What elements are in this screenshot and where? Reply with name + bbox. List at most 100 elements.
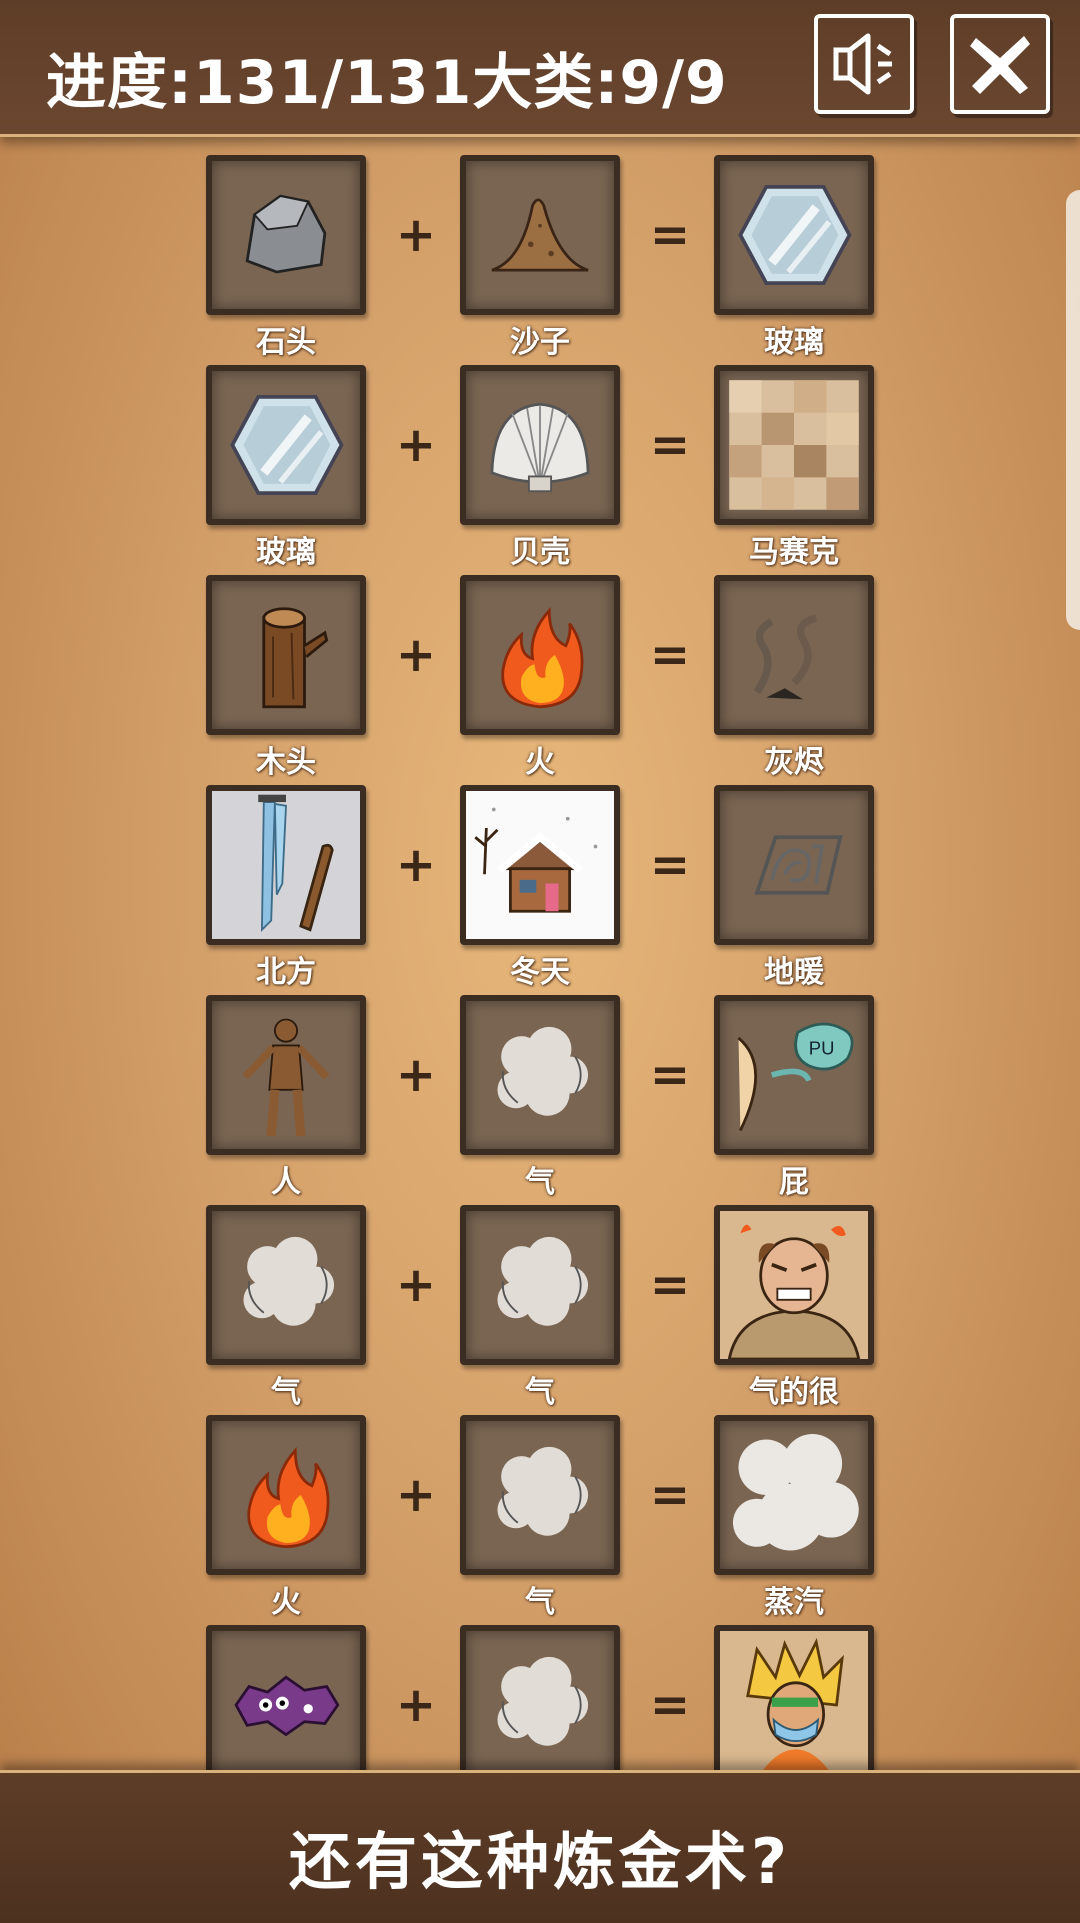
element-label: 沙子 bbox=[510, 325, 570, 360]
recipe-row: + = bbox=[0, 1625, 1080, 1770]
ingredient-element-tile[interactable] bbox=[206, 575, 366, 735]
human-figure-icon bbox=[242, 1018, 330, 1137]
ash-smoke-icon bbox=[753, 614, 818, 700]
glass-icon bbox=[230, 395, 344, 495]
plus-operator: + bbox=[395, 417, 437, 473]
purple-germ-icon bbox=[234, 1675, 340, 1737]
element-label: 冬天 bbox=[510, 955, 570, 990]
result-element-tile[interactable] bbox=[714, 1625, 874, 1770]
element-label: 人 bbox=[271, 1165, 301, 1200]
result-element-tile[interactable] bbox=[714, 785, 874, 945]
plus-operator: + bbox=[395, 1047, 437, 1103]
recipe-row: 气 + 气 = 气的很 bbox=[0, 1205, 1080, 1415]
element-label: 北方 bbox=[256, 955, 316, 990]
recipe-row: 玻璃 + 贝壳 = 马赛克 bbox=[0, 365, 1080, 575]
recipe-list[interactable]: 石头 + 沙子 = 玻璃 玻璃 + 贝壳 = 马赛克 木头 + 火 = 灰烬 北方 + 冬天 = 地暖人 + 气 = PU 屁气… bbox=[0, 137, 1080, 1770]
ingredient-element-tile[interactable] bbox=[206, 1415, 366, 1575]
element-label: 蒸汽 bbox=[764, 1585, 824, 1620]
fire-icon bbox=[247, 1447, 330, 1549]
speaker-muted-icon bbox=[833, 33, 892, 95]
equals-operator: = bbox=[649, 207, 691, 263]
ingredient-element-tile[interactable] bbox=[460, 575, 620, 735]
equals-operator: = bbox=[649, 627, 691, 683]
result-element-tile[interactable] bbox=[714, 1205, 874, 1365]
ingredient-element-tile[interactable] bbox=[206, 365, 366, 525]
svg-text:PU: PU bbox=[809, 1038, 835, 1059]
element-label: 马赛克 bbox=[749, 535, 839, 570]
equals-operator: = bbox=[649, 1257, 691, 1313]
element-label: 石头 bbox=[256, 325, 316, 360]
element-label: 灰烬 bbox=[764, 745, 824, 780]
element-label: 火 bbox=[525, 745, 555, 780]
ingredient-element-tile[interactable] bbox=[460, 155, 620, 315]
fart-pu-icon: PU bbox=[737, 1022, 854, 1132]
ingredient-element-tile[interactable] bbox=[206, 1205, 366, 1365]
bottom-bar: 还有这种炼金术? bbox=[0, 1770, 1080, 1923]
equals-operator: = bbox=[649, 1467, 691, 1523]
ingredient-element-tile[interactable] bbox=[460, 1625, 620, 1770]
plus-operator: + bbox=[395, 207, 437, 263]
top-bar: 进度:131/131大类:9/9 bbox=[0, 0, 1080, 137]
plus-operator: + bbox=[395, 1257, 437, 1313]
stone-icon bbox=[245, 194, 327, 274]
gas-cloud-icon bbox=[497, 1446, 589, 1536]
sand-pile-icon bbox=[491, 198, 589, 272]
angry-man-icon bbox=[720, 1211, 868, 1359]
ingredient-element-tile[interactable] bbox=[206, 1625, 366, 1770]
element-label: 屁 bbox=[779, 1165, 809, 1200]
element-label: 气 bbox=[271, 1375, 301, 1410]
sound-toggle-button[interactable] bbox=[814, 14, 914, 114]
ingredient-element-tile[interactable] bbox=[460, 1205, 620, 1365]
plus-operator: + bbox=[395, 1677, 437, 1733]
element-label: 玻璃 bbox=[256, 535, 316, 570]
ingredient-element-tile[interactable] bbox=[206, 155, 366, 315]
element-label: 气 bbox=[525, 1165, 555, 1200]
equals-operator: = bbox=[649, 1677, 691, 1733]
steam-icon bbox=[732, 1433, 859, 1551]
glass-icon bbox=[738, 185, 852, 285]
result-element-tile[interactable]: PU bbox=[714, 995, 874, 1155]
element-label: 地暖 bbox=[764, 955, 824, 990]
ingredient-element-tile[interactable] bbox=[460, 1415, 620, 1575]
close-button[interactable] bbox=[950, 14, 1050, 114]
equals-operator: = bbox=[649, 837, 691, 893]
ingredient-element-tile[interactable] bbox=[460, 365, 620, 525]
plus-operator: + bbox=[395, 837, 437, 893]
element-label: 气 bbox=[525, 1585, 555, 1620]
gas-cloud-icon bbox=[497, 1656, 589, 1746]
fire-icon bbox=[501, 607, 584, 709]
ingredient-element-tile[interactable] bbox=[460, 785, 620, 945]
floor-heating-icon bbox=[754, 835, 843, 895]
footer-title: 还有这种炼金术? bbox=[289, 1825, 791, 1898]
result-element-tile[interactable] bbox=[714, 1415, 874, 1575]
wood-log-icon bbox=[262, 607, 329, 709]
gas-cloud-icon bbox=[497, 1026, 589, 1116]
ingredient-element-tile[interactable] bbox=[460, 995, 620, 1155]
result-element-tile[interactable] bbox=[714, 365, 874, 525]
gas-cloud-icon bbox=[243, 1236, 335, 1326]
element-label: 贝壳 bbox=[510, 535, 570, 570]
side-scroll-handle[interactable] bbox=[1066, 190, 1080, 630]
element-label: 火 bbox=[271, 1585, 301, 1620]
recipe-row: 木头 + 火 = 灰烬 bbox=[0, 575, 1080, 785]
element-label: 气 bbox=[525, 1375, 555, 1410]
ingredient-element-tile[interactable] bbox=[206, 995, 366, 1155]
element-label: 木头 bbox=[256, 745, 316, 780]
plus-operator: + bbox=[395, 1467, 437, 1523]
gas-cloud-icon bbox=[497, 1236, 589, 1326]
snowy-house-icon bbox=[466, 791, 614, 939]
ingredient-element-tile[interactable] bbox=[206, 785, 366, 945]
recipe-row: 石头 + 沙子 = 玻璃 bbox=[0, 155, 1080, 365]
icicle-north-icon bbox=[212, 791, 360, 939]
element-label: 气的很 bbox=[749, 1375, 839, 1410]
close-x-icon bbox=[970, 36, 1030, 94]
equals-operator: = bbox=[649, 1047, 691, 1103]
recipe-row: 火 + 气 = 蒸汽 bbox=[0, 1415, 1080, 1625]
masked-hero-icon bbox=[720, 1631, 868, 1770]
result-element-tile[interactable] bbox=[714, 155, 874, 315]
recipe-row: 北方 + 冬天 = 地暖 bbox=[0, 785, 1080, 995]
mosaic-icon bbox=[729, 380, 859, 510]
result-element-tile[interactable] bbox=[714, 575, 874, 735]
element-label: 玻璃 bbox=[764, 325, 824, 360]
progress-text: 进度:131/131大类:9/9 bbox=[46, 48, 728, 118]
